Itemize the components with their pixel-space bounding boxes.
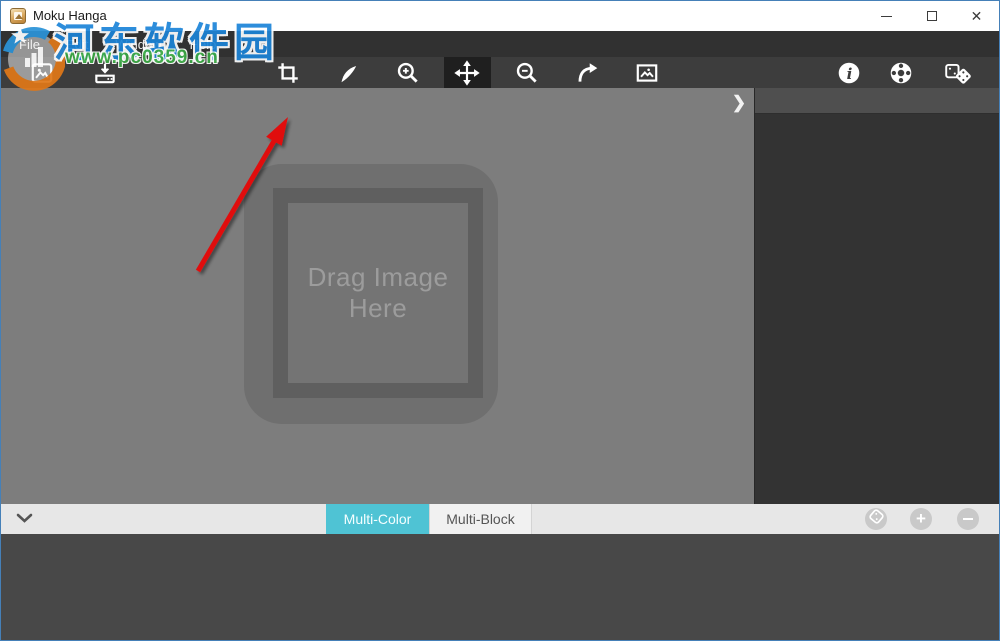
panel-expand-button[interactable]: ❯: [727, 91, 751, 115]
toolbar: i: [1, 57, 999, 88]
add-color-button[interactable]: +: [910, 508, 932, 530]
app-window: Moku Hanga ✕ File Edit Window Help i Dra…: [0, 0, 1000, 641]
info-icon: i: [836, 60, 862, 86]
chevron-down-icon: [16, 510, 33, 528]
minus-icon: [963, 518, 973, 520]
redo-button[interactable]: [570, 57, 604, 88]
window-title: Moku Hanga: [33, 8, 107, 23]
preview-image-button[interactable]: [630, 57, 664, 88]
content-area: Drag Image Here ❯: [1, 88, 999, 504]
close-icon: ✕: [970, 8, 983, 24]
preview-image-icon: [634, 60, 660, 86]
drop-zone-label: Drag Image Here: [307, 262, 449, 323]
tab-multi-block[interactable]: Multi-Block: [429, 504, 532, 534]
settings-icon: [888, 60, 914, 86]
zoom-in-tool-button[interactable]: [391, 57, 425, 88]
tab-multi-color[interactable]: Multi-Color: [326, 504, 429, 534]
import-icon: [92, 60, 118, 86]
info-button[interactable]: i: [832, 57, 866, 88]
right-panel-body: [755, 114, 999, 504]
zoom-out-tool-button[interactable]: [510, 57, 544, 88]
minimize-button[interactable]: [864, 1, 909, 31]
maximize-button[interactable]: [909, 1, 954, 31]
menu-file[interactable]: File: [14, 37, 45, 52]
plus-icon: +: [916, 509, 926, 528]
settings-button[interactable]: [884, 57, 918, 88]
minimize-icon: [881, 15, 892, 17]
move-icon: [454, 59, 480, 86]
curve-tool-button[interactable]: [331, 57, 365, 88]
right-panel: [754, 88, 999, 504]
color-strip-area: [1, 534, 999, 640]
zoom-in-icon: [395, 60, 421, 86]
menu-edit[interactable]: Edit: [61, 37, 93, 52]
mode-tabs: Multi-Color Multi-Block: [326, 504, 532, 534]
dice-icon: [943, 60, 973, 86]
randomize-colors-button[interactable]: [865, 508, 887, 530]
svg-text:i: i: [847, 64, 853, 82]
remove-color-button[interactable]: [957, 508, 979, 530]
randomize-button[interactable]: [941, 57, 975, 88]
menu-bar: File Edit Window Help: [1, 31, 999, 57]
chevron-right-icon: ❯: [731, 93, 747, 112]
title-bar: Moku Hanga ✕: [1, 1, 999, 31]
image-drop-zone[interactable]: Drag Image Here: [244, 164, 498, 424]
collapse-panel-button[interactable]: [13, 504, 35, 534]
canvas[interactable]: Drag Image Here ❯: [1, 88, 754, 504]
import-image-button[interactable]: [88, 57, 122, 88]
crop-icon: [275, 60, 301, 86]
add-image-icon: [29, 60, 55, 86]
drop-zone-frame: Drag Image Here: [273, 188, 483, 398]
dice-small-icon: [868, 509, 884, 529]
add-image-button[interactable]: [25, 57, 59, 88]
menu-help[interactable]: Help: [185, 37, 222, 52]
move-tool-button[interactable]: [450, 57, 484, 88]
right-panel-header: [755, 88, 999, 114]
menu-window[interactable]: Window: [110, 37, 166, 52]
bottom-bar: Multi-Color Multi-Block +: [1, 504, 999, 534]
app-icon: [10, 8, 26, 24]
curve-icon: [335, 60, 361, 86]
zoom-out-icon: [514, 60, 540, 86]
maximize-icon: [926, 11, 937, 21]
redo-icon: [574, 60, 600, 86]
close-button[interactable]: ✕: [954, 1, 999, 31]
crop-tool-button[interactable]: [271, 57, 305, 88]
